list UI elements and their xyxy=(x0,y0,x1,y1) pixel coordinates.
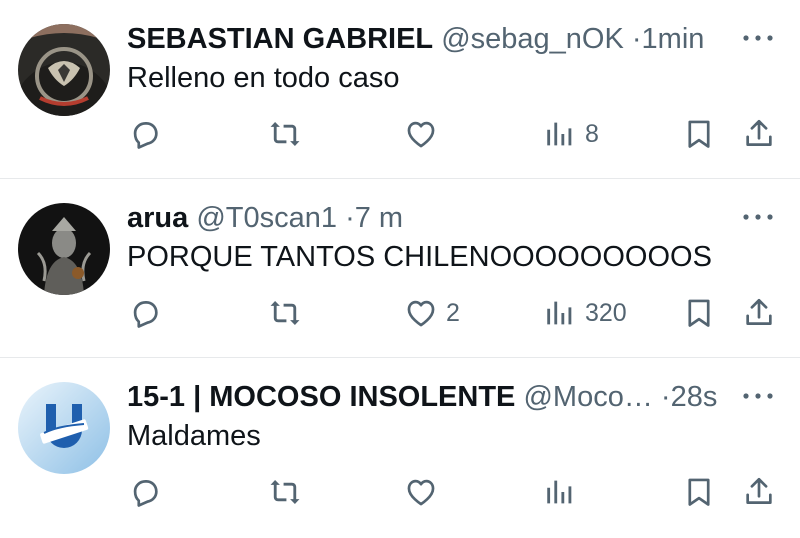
tweet-header: arua @T0scan1 ·7 m xyxy=(127,201,403,235)
views-button[interactable] xyxy=(543,472,585,512)
tweet-text: Relleno en todo caso xyxy=(127,62,400,94)
user-handle[interactable]: @T0scan1 xyxy=(196,202,337,234)
separator-dot: · xyxy=(631,23,642,55)
heart-icon xyxy=(407,479,435,506)
tweet[interactable]: 15-1 | MOCOSO INSOLENTE @Moco… ·28s Mald… xyxy=(0,358,800,538)
like-button[interactable]: 2 xyxy=(404,293,460,333)
retweet-button[interactable] xyxy=(268,114,310,154)
tweet[interactable]: SEBASTIAN GABRIEL @sebag_nOK ·1min Relle… xyxy=(0,0,800,179)
analytics-icon xyxy=(547,480,572,504)
tweet-actions xyxy=(0,472,800,512)
tweet-actions: 2 320 xyxy=(0,293,800,333)
retweet-icon xyxy=(270,479,300,505)
tweet-header: 15-1 | MOCOSO INSOLENTE @Moco… ·28s xyxy=(127,380,717,414)
more-options-icon[interactable] xyxy=(738,26,778,50)
share-button[interactable] xyxy=(742,114,776,154)
tweet[interactable]: arua @T0scan1 ·7 m PORQUE TANTOS CHILENO… xyxy=(0,179,800,358)
like-button[interactable] xyxy=(404,114,446,154)
reply-icon xyxy=(133,480,158,507)
views-button[interactable]: 320 xyxy=(543,293,627,333)
tweet-header: SEBASTIAN GABRIEL @sebag_nOK ·1min xyxy=(127,22,704,56)
like-button[interactable] xyxy=(404,472,446,512)
retweet-button[interactable] xyxy=(268,293,310,333)
avatar[interactable] xyxy=(18,203,110,295)
reply-button[interactable] xyxy=(128,472,170,512)
like-count: 2 xyxy=(446,298,460,327)
separator-dot: · xyxy=(660,381,671,413)
bookmark-button[interactable] xyxy=(682,472,716,512)
reply-button[interactable] xyxy=(128,114,170,154)
analytics-icon xyxy=(547,122,572,146)
bookmark-button[interactable] xyxy=(682,293,716,333)
heart-icon xyxy=(407,121,435,148)
tweet-text: Maldames xyxy=(127,420,261,452)
reply-button[interactable] xyxy=(128,293,170,333)
view-count: 320 xyxy=(585,298,627,327)
bookmark-icon xyxy=(688,478,710,506)
avatar[interactable] xyxy=(18,24,110,116)
retweet-icon xyxy=(270,121,300,147)
retweet-button[interactable] xyxy=(268,472,310,512)
heart-icon xyxy=(407,300,435,327)
bookmark-icon xyxy=(688,299,710,327)
display-name[interactable]: arua xyxy=(127,202,188,234)
more-options-icon[interactable] xyxy=(738,205,778,229)
separator-dot: · xyxy=(345,202,355,234)
share-icon xyxy=(746,298,772,325)
avatar[interactable] xyxy=(18,382,110,474)
share-icon xyxy=(746,477,772,504)
bookmark-button[interactable] xyxy=(682,114,716,154)
tweet-feed: SEBASTIAN GABRIEL @sebag_nOK ·1min Relle… xyxy=(0,0,800,538)
display-name[interactable]: 15-1 | MOCOSO INSOLENTE xyxy=(127,381,515,413)
timestamp[interactable]: 1min xyxy=(642,23,705,55)
user-handle[interactable]: @Moco… xyxy=(523,381,652,413)
analytics-icon xyxy=(547,301,572,325)
reply-icon xyxy=(133,301,158,328)
timestamp[interactable]: 7 m xyxy=(355,202,403,234)
views-button[interactable]: 8 xyxy=(543,114,599,154)
more-options-icon[interactable] xyxy=(738,384,778,408)
tweet-actions: 8 xyxy=(0,114,800,154)
reply-icon xyxy=(133,122,158,149)
bookmark-icon xyxy=(688,120,710,148)
share-icon xyxy=(746,119,772,146)
user-handle[interactable]: @sebag_nOK xyxy=(441,23,624,55)
tweet-text: PORQUE TANTOS CHILENOOOOOOOOOS xyxy=(127,241,712,273)
share-button[interactable] xyxy=(742,472,776,512)
share-button[interactable] xyxy=(742,293,776,333)
display-name[interactable]: SEBASTIAN GABRIEL xyxy=(127,23,433,55)
retweet-icon xyxy=(270,300,300,326)
timestamp[interactable]: 28s xyxy=(671,381,718,413)
view-count: 8 xyxy=(585,119,599,148)
